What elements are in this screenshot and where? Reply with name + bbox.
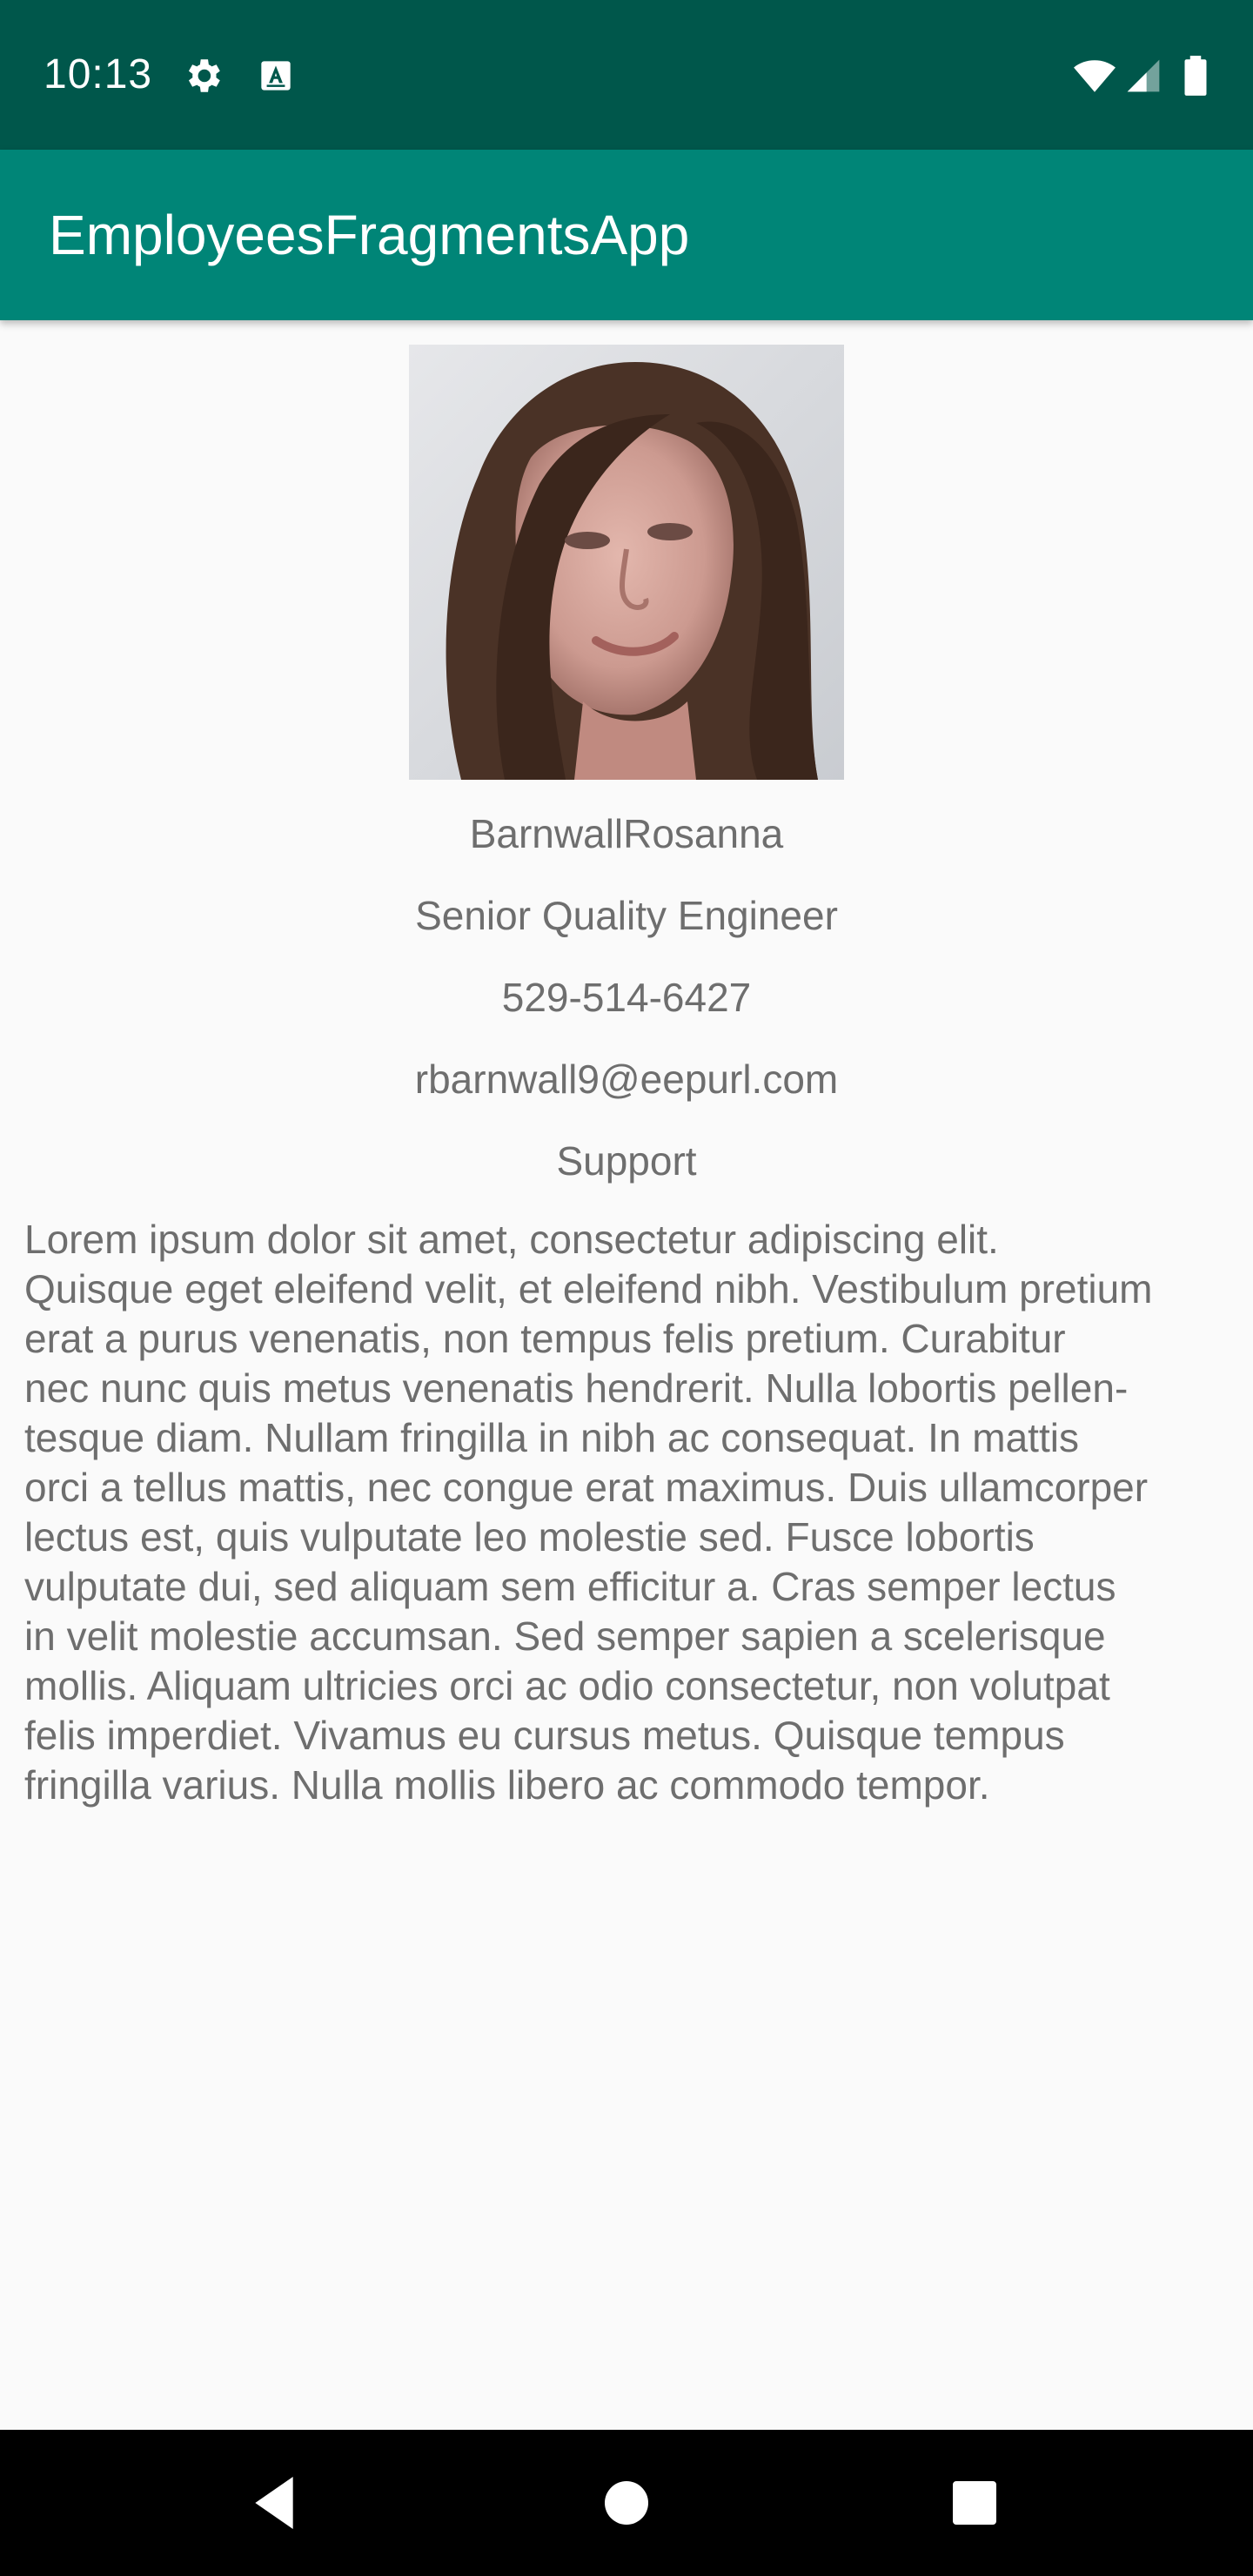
navigation-bar xyxy=(0,2430,1253,2576)
employee-department: Support xyxy=(556,1138,697,1184)
employee-job-title: Senior Quality Engineer xyxy=(415,893,838,938)
app-title: EmployeesFragmentsApp xyxy=(49,204,690,266)
recents-icon[interactable] xyxy=(940,2468,1009,2538)
status-bar: 10:13 xyxy=(0,0,1253,150)
employee-name: BarnwallRosanna xyxy=(469,811,784,856)
battery-icon xyxy=(1180,54,1211,97)
employee-detail: BarnwallRosanna Senior Quality Engineer … xyxy=(0,320,1253,2430)
app-bar: EmployeesFragmentsApp xyxy=(0,150,1253,320)
employee-photo xyxy=(409,345,844,780)
home-icon[interactable] xyxy=(592,2468,661,2538)
employee-phone: 529-514-6427 xyxy=(501,975,752,1020)
employee-bio: Lorem ipsum dolor sit amet, consectetur … xyxy=(24,1217,1153,1808)
status-time: 10:13 xyxy=(44,51,153,97)
gear-icon xyxy=(181,54,224,97)
employee-email: rbarnwall9@eepurl.com xyxy=(414,1057,839,1102)
signal-icon xyxy=(1124,54,1163,97)
wifi-icon xyxy=(1070,54,1119,97)
text-a-icon xyxy=(254,54,298,97)
back-icon[interactable] xyxy=(244,2468,313,2538)
